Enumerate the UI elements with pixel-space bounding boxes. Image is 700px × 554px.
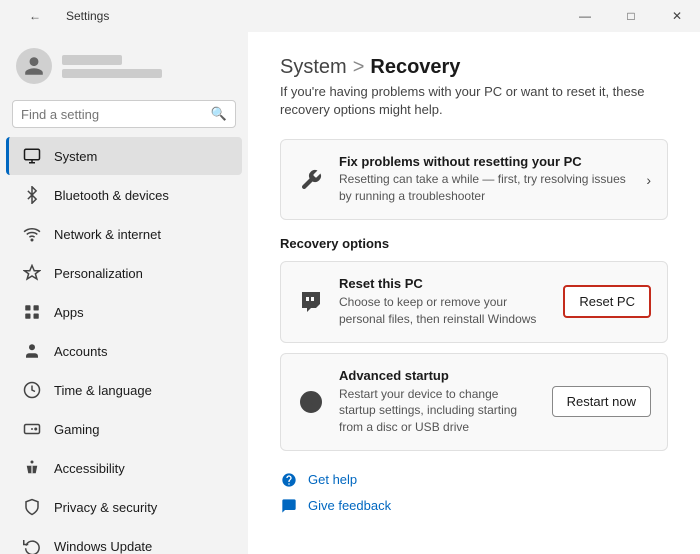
restart-now-button-container: Restart now — [552, 386, 651, 417]
sidebar-item-accounts[interactable]: Accounts — [6, 332, 242, 370]
advanced-startup-text: Advanced startup Restart your device to … — [339, 368, 538, 436]
sidebar-item-time[interactable]: Time & language — [6, 371, 242, 409]
sidebar-item-label-accessibility: Accessibility — [54, 461, 125, 476]
page-subtitle: If you're having problems with your PC o… — [280, 83, 668, 119]
user-name — [62, 55, 122, 65]
sidebar-item-system[interactable]: System — [6, 137, 242, 175]
fix-problems-icon — [297, 166, 325, 194]
avatar — [16, 48, 52, 84]
sidebar-item-label-update: Windows Update — [54, 539, 152, 554]
give-feedback-link-item: Give feedback — [280, 497, 668, 515]
fix-problems-desc: Resetting can take a while — first, try … — [339, 171, 632, 205]
titlebar-left: ← Settings — [12, 0, 109, 32]
maximize-button[interactable]: □ — [608, 0, 654, 32]
get-help-link[interactable]: Get help — [308, 472, 357, 487]
sidebar-item-label-gaming: Gaming — [54, 422, 100, 437]
recovery-options-title: Recovery options — [280, 236, 668, 251]
reset-pc-button[interactable]: Reset PC — [563, 285, 651, 318]
reset-pc-button-container: Reset PC — [563, 285, 651, 318]
search-box[interactable]: 🔍 — [12, 100, 236, 128]
sidebar-item-privacy[interactable]: Privacy & security — [6, 488, 242, 526]
sidebar-item-gaming[interactable]: Gaming — [6, 410, 242, 448]
sidebar-item-label-time: Time & language — [54, 383, 152, 398]
get-help-icon — [280, 471, 298, 489]
apps-icon — [22, 302, 42, 322]
user-email — [62, 69, 162, 78]
advanced-startup-card: Advanced startup Restart your device to … — [280, 353, 668, 451]
accessibility-icon — [22, 458, 42, 478]
gaming-icon — [22, 419, 42, 439]
minimize-button[interactable]: — — [562, 0, 608, 32]
advanced-startup-icon — [297, 388, 325, 416]
reset-pc-title: Reset this PC — [339, 276, 549, 291]
sidebar-item-apps[interactable]: Apps — [6, 293, 242, 331]
sidebar-item-accessibility[interactable]: Accessibility — [6, 449, 242, 487]
update-icon — [22, 536, 42, 554]
breadcrumb: System > Recovery — [280, 56, 668, 79]
fix-problems-text: Fix problems without resetting your PC R… — [339, 154, 632, 205]
user-section — [0, 32, 248, 96]
network-icon — [22, 224, 42, 244]
sidebar-item-personalization[interactable]: Personalization — [6, 254, 242, 292]
sidebar-item-label-network: Network & internet — [54, 227, 161, 242]
sidebar-item-label-privacy: Privacy & security — [54, 500, 157, 515]
app-container: 🔍 System Bluetooth & devices — [0, 32, 700, 554]
sidebar-item-label-system: System — [54, 149, 97, 164]
search-input[interactable] — [21, 107, 211, 122]
chevron-right-icon: › — [646, 172, 651, 188]
sidebar-item-bluetooth[interactable]: Bluetooth & devices — [6, 176, 242, 214]
personalization-icon — [22, 263, 42, 283]
give-feedback-icon — [280, 497, 298, 515]
bluetooth-icon — [22, 185, 42, 205]
advanced-startup-title: Advanced startup — [339, 368, 538, 383]
sidebar-item-network[interactable]: Network & internet — [6, 215, 242, 253]
app-title: Settings — [66, 9, 109, 23]
link-section: Get help Give feedback — [280, 471, 668, 515]
sidebar-item-label-personalization: Personalization — [54, 266, 143, 281]
fix-problems-title: Fix problems without resetting your PC — [339, 154, 632, 169]
get-help-link-item: Get help — [280, 471, 668, 489]
breadcrumb-separator: > — [353, 56, 365, 79]
close-button[interactable]: ✕ — [654, 0, 700, 32]
time-icon — [22, 380, 42, 400]
sidebar-item-label-bluetooth: Bluetooth & devices — [54, 188, 169, 203]
titlebar-controls: — □ ✕ — [562, 0, 700, 32]
search-icon: 🔍 — [211, 106, 227, 122]
reset-pc-text: Reset this PC Choose to keep or remove y… — [339, 276, 549, 328]
sidebar: 🔍 System Bluetooth & devices — [0, 32, 248, 554]
reset-pc-card: Reset this PC Choose to keep or remove y… — [280, 261, 668, 343]
reset-pc-desc: Choose to keep or remove your personal f… — [339, 294, 549, 328]
privacy-icon — [22, 497, 42, 517]
main-content: System > Recovery If you're having probl… — [248, 32, 700, 554]
fix-problems-card[interactable]: Fix problems without resetting your PC R… — [280, 139, 668, 220]
advanced-startup-desc: Restart your device to change startup se… — [339, 386, 538, 436]
reset-pc-icon — [297, 288, 325, 316]
user-info — [62, 55, 162, 78]
system-icon — [22, 146, 42, 166]
breadcrumb-parent: System — [280, 56, 347, 79]
breadcrumb-current: Recovery — [370, 56, 460, 79]
give-feedback-link[interactable]: Give feedback — [308, 498, 391, 513]
accounts-icon — [22, 341, 42, 361]
restart-now-button[interactable]: Restart now — [552, 386, 651, 417]
user-icon — [23, 55, 45, 77]
sidebar-item-update[interactable]: Windows Update — [6, 527, 242, 554]
sidebar-nav: System Bluetooth & devices Network & int… — [0, 136, 248, 554]
back-button[interactable]: ← — [12, 0, 58, 32]
sidebar-item-label-accounts: Accounts — [54, 344, 107, 359]
titlebar: ← Settings — □ ✕ — [0, 0, 700, 32]
sidebar-item-label-apps: Apps — [54, 305, 84, 320]
